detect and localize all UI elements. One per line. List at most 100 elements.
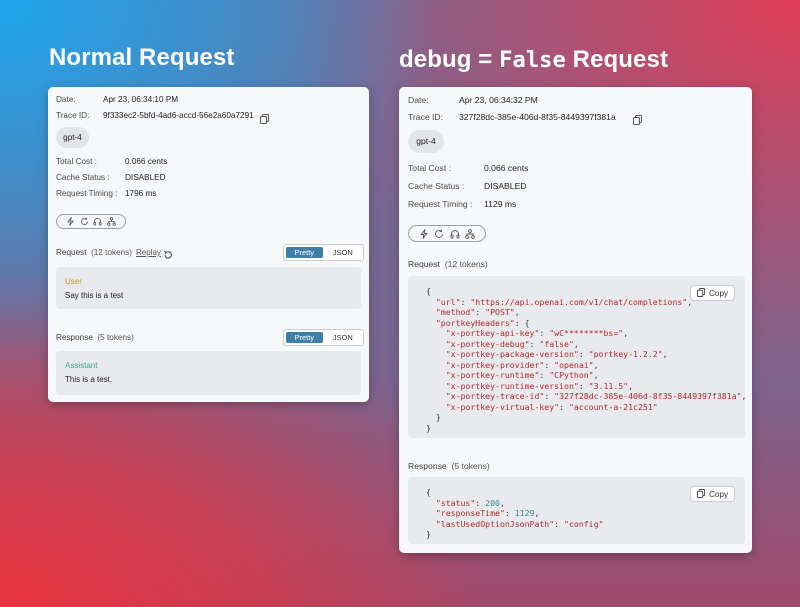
json-string: "CPython" xyxy=(549,370,594,380)
code-line: "responseTime": 1129, xyxy=(426,508,603,519)
date-value: Apr 23, 06:34:32 PM xyxy=(459,95,538,105)
json-string: "https://api.openai.com/v1/chat/completi… xyxy=(470,296,688,307)
json-punct: , xyxy=(593,359,599,370)
bolt-icon[interactable] xyxy=(66,217,75,226)
json-punct: , xyxy=(741,391,747,401)
code-line: } xyxy=(426,423,746,434)
bolt-icon[interactable] xyxy=(419,228,429,239)
assistant-message-box: Assistant This is a test. xyxy=(56,351,361,395)
json-string: "account-a-21c251" xyxy=(568,401,658,412)
json-key: "x-portkey-runtime-version" xyxy=(445,380,579,391)
heading-suffix: Request xyxy=(565,46,669,73)
json-punct: : xyxy=(554,518,565,529)
json-punct: : { xyxy=(514,317,530,328)
copy-label: Copy xyxy=(709,288,729,298)
model-chip: gpt-4 xyxy=(408,130,444,153)
request-title: Request (12 tokens) xyxy=(56,248,133,257)
json-punct: : xyxy=(529,338,540,349)
normal-request-heading: Normal Request xyxy=(49,44,235,71)
copy-icon xyxy=(697,287,705,299)
json-punct: : xyxy=(578,349,589,359)
request-json-box: { "url": "https://api.openai.com/v1/chat… xyxy=(408,276,747,438)
json-key: "x-portkey-virtual-key" xyxy=(445,401,560,412)
json-punct: { xyxy=(426,487,431,497)
json-punct: , xyxy=(514,307,520,317)
total-cost-value: 0.066 cents xyxy=(125,157,168,166)
json-string: "config" xyxy=(564,518,604,529)
json-punct: , xyxy=(499,497,505,508)
copy-response-button[interactable]: Copy xyxy=(690,486,736,502)
cache-status-label: Cache Status : xyxy=(408,181,465,191)
code-line: "lastUsedOptionJsonPath": "config" xyxy=(426,518,604,530)
json-punct: : xyxy=(544,359,555,370)
action-icons-pill xyxy=(408,225,486,242)
response-json-code: { "status": 200, "responseTime": 1129, "… xyxy=(426,487,603,540)
heading-prefix: debug = xyxy=(399,46,500,73)
json-punct: } xyxy=(426,422,431,433)
code-line: } xyxy=(426,412,746,423)
json-punct: : xyxy=(460,296,471,307)
json-punct: , xyxy=(623,328,629,338)
copy-icon[interactable] xyxy=(633,112,642,130)
copy-label: Copy xyxy=(709,489,729,499)
total-cost-label: Total Cost : xyxy=(56,157,97,166)
request-timing-label: Request Timing : xyxy=(56,189,118,198)
json-punct: , xyxy=(593,370,599,380)
code-line: "x-portkey-virtual-key": "account-a-21c2… xyxy=(426,402,746,413)
trace-id-value[interactable]: 9f333ec2-5bfd-4ad6-accd-56e2a60a7291 xyxy=(103,111,254,120)
date-value: Apr 23, 06:34:10 PM xyxy=(103,95,179,104)
headphones-icon[interactable] xyxy=(93,217,102,226)
cache-status-value: DISABLED xyxy=(484,181,527,191)
json-punct: : xyxy=(539,370,550,380)
json-punct: : xyxy=(544,391,555,401)
json-string: "portkey-1.2.2" xyxy=(588,349,663,359)
json-punct: , xyxy=(662,349,668,359)
assistant-message-text: This is a test. xyxy=(65,375,113,384)
json-key: "status" xyxy=(435,497,476,508)
headphones-icon[interactable] xyxy=(450,229,460,239)
json-punct: , xyxy=(534,508,540,518)
cache-status-label: Cache Status : xyxy=(56,173,110,182)
json-key: "portkeyHeaders" xyxy=(435,317,515,328)
code-line: "status": 200, xyxy=(426,498,603,509)
request-title: Request (12 tokens) xyxy=(408,259,488,269)
json-string: "false" xyxy=(539,338,574,349)
hierarchy-icon[interactable] xyxy=(465,228,476,239)
total-cost-value: 0.066 cents xyxy=(484,163,529,173)
debug-false-request-card: Date: Apr 23, 06:34:32 PM Trace ID: 327f… xyxy=(399,87,752,553)
hierarchy-icon[interactable] xyxy=(106,217,116,226)
trace-id-label: Trace ID: xyxy=(56,111,90,120)
replay-icon[interactable] xyxy=(163,247,173,265)
user-message-box: User Say this is a test xyxy=(56,267,361,309)
json-key: "lastUsedOptionJsonPath" xyxy=(435,518,555,529)
json-string: "openai" xyxy=(554,359,594,370)
json-string: "POST" xyxy=(485,307,515,317)
heading-code: False xyxy=(499,48,566,73)
json-key: "url" xyxy=(435,296,461,307)
json-toggle[interactable]: JSON xyxy=(325,247,362,258)
copy-icon xyxy=(697,488,705,500)
code-line: } xyxy=(426,529,603,540)
code-line: "x-portkey-runtime-version": "3.11.5", xyxy=(426,381,746,392)
json-key: "x-portkey-api-key" xyxy=(445,328,540,338)
json-toggle[interactable]: JSON xyxy=(325,332,362,343)
json-punct: : xyxy=(559,401,569,412)
cache-status-value: DISABLED xyxy=(125,173,166,182)
json-punct: , xyxy=(573,338,579,349)
pretty-toggle[interactable]: Pretty xyxy=(286,247,323,258)
replay-link[interactable]: Replay xyxy=(136,248,161,257)
json-string: "3.11.5" xyxy=(588,380,629,391)
refresh-icon[interactable] xyxy=(80,217,89,226)
trace-id-value[interactable]: 327f28dc-385e-406d-8f35-8449397f381a xyxy=(459,112,616,122)
code-line: "x-portkey-package-version": "portkey-1.… xyxy=(426,349,746,360)
total-cost-label: Total Cost : xyxy=(408,163,451,173)
json-punct: : xyxy=(504,508,515,518)
json-punct: } xyxy=(426,529,431,539)
code-line: "x-portkey-api-key": "wC********bs=", xyxy=(426,328,746,339)
copy-request-button[interactable]: Copy xyxy=(690,285,736,301)
copy-icon[interactable] xyxy=(260,111,269,129)
json-key: "x-portkey-runtime" xyxy=(445,370,540,380)
refresh-icon[interactable] xyxy=(434,229,444,239)
pretty-toggle[interactable]: Pretty xyxy=(286,332,323,343)
request-view-toggle: Pretty JSON xyxy=(283,244,364,261)
